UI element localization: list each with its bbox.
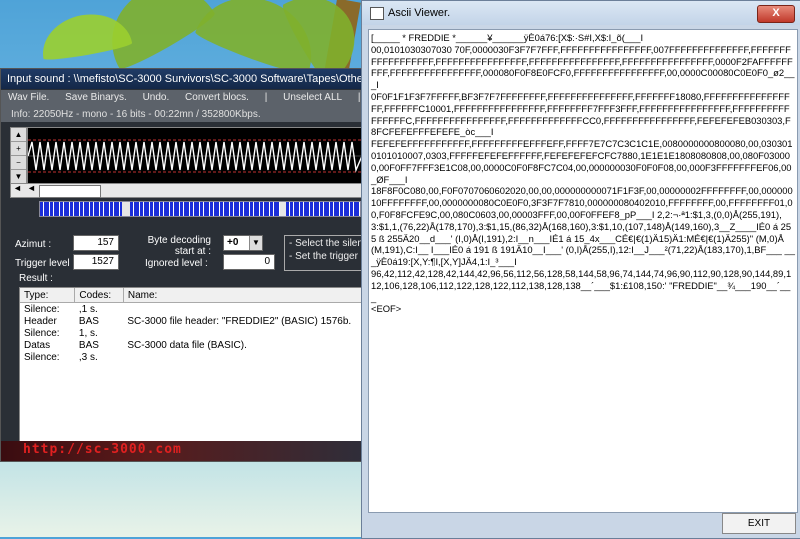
ascii-text: [_____ * FREDDIE *______¥______ÿÈ0á76:[X… [371, 32, 795, 315]
audio-info: Info: 22050Hz - mono - 16 bits - 00:22mn… [1, 107, 376, 122]
window-icon [370, 7, 384, 20]
menu-wav-file[interactable]: Wav File. [1, 90, 55, 103]
row-name [123, 303, 364, 316]
azimut-label: Azimut : [15, 239, 52, 250]
row-code: BAS [78, 315, 99, 327]
column-name[interactable]: Name: [123, 288, 365, 303]
table-row[interactable]: Silence: ,3 s. [20, 351, 365, 363]
ignored-level-field[interactable]: 0 [223, 254, 275, 270]
waveform-graphic [27, 139, 363, 173]
ascii-text-area[interactable]: [_____ * FREDDIE *______¥______ÿÈ0á76:[X… [368, 29, 798, 513]
scroll-left-icon[interactable]: ◄ [13, 183, 22, 193]
row-type: Silence: [24, 327, 60, 339]
row-name [123, 327, 364, 339]
scroll-down-icon[interactable]: ▼ [11, 170, 26, 184]
byte-decoding-value: +0 [227, 237, 239, 248]
row-type: Header [24, 315, 57, 327]
menu-undo[interactable]: Undo. [136, 90, 176, 103]
zoom-in-icon[interactable]: + [11, 142, 26, 156]
row-type: Datas [24, 339, 51, 351]
instructions-box: - Select the silence - Set the trigger l… [284, 235, 366, 271]
row-name: SC-3000 data file (BASIC). [127, 339, 247, 351]
row-name [123, 351, 364, 363]
hint-line: - Select the silence [289, 238, 366, 249]
byte-decoding-select[interactable]: +0 ▼ [223, 235, 263, 251]
menu-save-binarys[interactable]: Save Binarys. [58, 90, 133, 103]
ascii-viewer-window: Ascii Viewer. X [_____ * FREDDIE *______… [361, 0, 800, 539]
byte-decoding-label: Byte decoding start at : [147, 235, 211, 257]
azimut-field[interactable]: 157 [73, 235, 119, 251]
chevron-down-icon[interactable]: ▼ [249, 236, 262, 250]
footer-banner: http://sc-3000.com [1, 441, 366, 461]
scroll-left-icon[interactable]: ◄ [27, 183, 36, 193]
input-sound-window: Input sound : \\mefisto\SC-3000 Survivor… [0, 68, 376, 462]
scroll-thumb[interactable] [39, 185, 101, 198]
ascii-viewer-titlebar[interactable]: Ascii Viewer. X [362, 1, 800, 25]
exit-button[interactable]: EXIT [722, 513, 796, 534]
row-code: 1, s. [78, 327, 98, 339]
close-button[interactable]: X [757, 5, 795, 23]
menu-separator: | [264, 92, 268, 103]
decoded-blocks-bar[interactable] [39, 201, 361, 217]
ignored-level-label: Ignored level : [145, 258, 208, 269]
input-window-menu: Wav File. Save Binarys. Undo. Convert bl… [1, 90, 366, 107]
table-row[interactable]: Silence: 1, s. [20, 327, 365, 339]
column-codes[interactable]: Codes: [74, 288, 124, 303]
hint-line: - Set the trigger le [289, 251, 366, 262]
result-table: Type: Codes: Name: Silence: ,1 s. Header… [19, 287, 366, 443]
waveform-horizontal-scrollbar[interactable]: ◄ ◄ [10, 183, 363, 198]
trigger-level-label: Trigger level : [15, 258, 76, 269]
row-name: SC-3000 file header: "FREDDIE2" (BASIC) … [127, 315, 352, 327]
waveform-view[interactable] [27, 127, 363, 185]
result-header-row: Type: Codes: Name: [20, 288, 365, 303]
vertical-zoom-scrollbar[interactable]: ▲ + − ▼ [10, 127, 27, 185]
table-row[interactable]: Datas BAS SC-3000 data file (BASIC). [20, 339, 365, 351]
scroll-up-icon[interactable]: ▲ [11, 128, 26, 142]
table-row[interactable]: Silence: ,1 s. [20, 303, 365, 316]
column-type[interactable]: Type: [20, 288, 76, 303]
menu-unselect-all[interactable]: Unselect ALL [276, 90, 348, 103]
result-label: Result : [19, 273, 53, 284]
menu-convert-blocs[interactable]: Convert blocs. [178, 90, 255, 103]
row-type: Silence: [24, 351, 60, 363]
row-code: ,1 s. [78, 303, 98, 315]
row-type: Silence: [24, 303, 60, 315]
zoom-out-icon[interactable]: − [11, 156, 26, 170]
footer-url: http://sc-3000.com [23, 442, 182, 457]
row-code: ,3 s. [78, 351, 98, 363]
ascii-viewer-title: Ascii Viewer. [388, 7, 451, 19]
input-window-title: Input sound : \\mefisto\SC-3000 Survivor… [1, 69, 366, 89]
row-code: BAS [78, 339, 99, 351]
trigger-level-field[interactable]: 1527 [73, 254, 119, 270]
table-row[interactable]: Header BAS SC-3000 file header: "FREDDIE… [20, 315, 365, 327]
